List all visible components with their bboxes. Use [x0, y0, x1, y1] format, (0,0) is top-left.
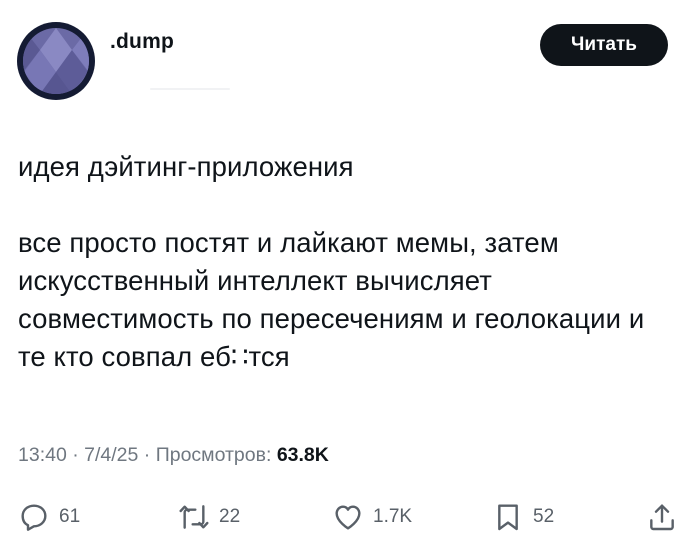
views-count[interactable]: 63.8K — [277, 444, 329, 466]
action-bar: 61 22 1.7K 52 — [0, 497, 700, 537]
meta-separator: · — [143, 444, 151, 466]
post-date[interactable]: 7/4/25 — [84, 444, 138, 466]
post-time[interactable]: 13:40 — [18, 444, 67, 466]
post-body: идея дэйтинг-приложения все просто постя… — [18, 148, 678, 376]
reply-count: 61 — [59, 506, 81, 527]
repost-button[interactable]: 22 — [178, 497, 240, 537]
reply-button[interactable]: 61 — [18, 497, 80, 537]
bookmark-count: 52 — [533, 506, 555, 527]
repost-icon — [179, 505, 209, 529]
like-button[interactable]: 1.7K — [332, 497, 412, 537]
bookmark-icon — [498, 504, 518, 531]
bookmark-button[interactable]: 52 — [492, 497, 554, 537]
share-icon — [650, 504, 674, 531]
avatar[interactable] — [17, 22, 95, 100]
like-count: 1.7K — [373, 506, 413, 527]
share-button[interactable] — [646, 497, 678, 537]
views-label: Просмотров: — [155, 444, 272, 466]
post-paragraph: идея дэйтинг-приложения — [18, 151, 354, 182]
heart-icon — [335, 505, 361, 530]
meta-separator: · — [72, 444, 79, 466]
post-paragraph: все просто постят и лайкают мемы, затем … — [18, 227, 645, 372]
diamond-pattern-avatar-icon — [23, 28, 89, 94]
author-handle[interactable]: .dump — [110, 30, 174, 54]
repost-count: 22 — [219, 506, 241, 527]
faded-subtitle — [150, 88, 230, 90]
reply-icon — [21, 504, 47, 531]
read-button[interactable]: Читать — [540, 24, 668, 66]
post-meta: 13:40 · 7/4/25 · Просмотров: 63.8K — [18, 444, 329, 467]
